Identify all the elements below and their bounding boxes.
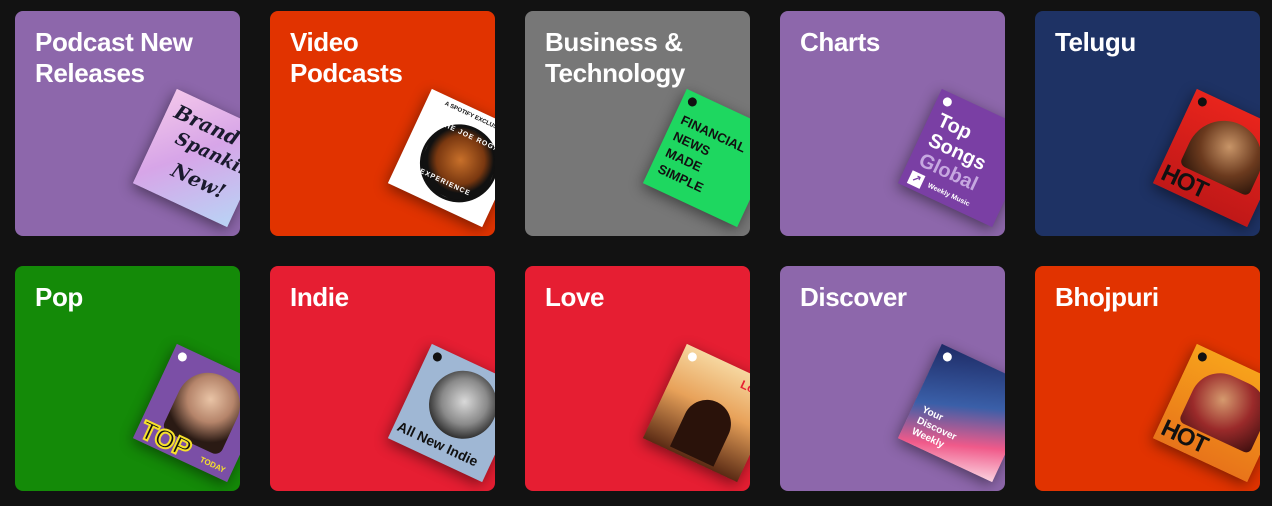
category-cover-art: Brand Spankin' New!	[132, 88, 240, 228]
category-cover-art: Top Songs Global ↗ Weekly Music	[897, 88, 1005, 228]
category-card-business-technology[interactable]: Business & Technology FINANCIAL NEWS MAD…	[525, 11, 750, 236]
category-card-discover[interactable]: Discover Your Discover Weekly	[780, 266, 1005, 491]
category-title: Charts	[800, 27, 880, 57]
category-cover-art: A SPOTIFY EXCLUSIVE THE JOE ROGAN EXPERI…	[387, 88, 495, 228]
category-title: Podcast New Releases	[35, 27, 193, 88]
category-card-charts[interactable]: Charts Top Songs Global ↗ Weekly Music	[780, 11, 1005, 236]
spotify-logo-icon	[1196, 350, 1209, 363]
spotify-logo-icon	[176, 350, 189, 363]
category-title: Telugu	[1055, 27, 1136, 57]
spotify-logo-icon	[431, 350, 444, 363]
category-title: Business & Technology	[545, 27, 685, 88]
category-title: Love	[545, 282, 605, 312]
spotify-logo-icon	[941, 350, 954, 363]
spotify-logo-icon	[686, 350, 699, 363]
category-card-pop[interactable]: Pop TOP TODAY	[15, 266, 240, 491]
spotify-logo-icon	[1196, 95, 1209, 108]
category-title: Indie	[290, 282, 349, 312]
category-title: Discover	[800, 282, 907, 312]
category-card-bhojpuri[interactable]: Bhojpuri HOT HITS	[1035, 266, 1260, 491]
category-cover-art: FINANCIAL NEWS MADE SIMPLE	[642, 88, 750, 228]
category-cover-art: HOT HITS	[1152, 343, 1260, 483]
category-card-video-podcasts[interactable]: Video Podcasts A SPOTIFY EXCLUSIVE THE J…	[270, 11, 495, 236]
category-cover-art: HOT HITS	[1152, 88, 1260, 228]
category-cover-art: TOP TODAY	[132, 343, 240, 483]
heart-hands-silhouette	[669, 391, 739, 467]
cover-art-text: TODAY	[198, 455, 227, 475]
category-title: Bhojpuri	[1055, 282, 1159, 312]
spotify-logo-icon	[941, 95, 954, 108]
category-title: Pop	[35, 282, 83, 312]
category-cover-art: All New Indie	[387, 343, 495, 483]
cover-art-text: Love	[738, 377, 750, 402]
category-cover-art: Love	[642, 343, 750, 483]
category-card-love[interactable]: Love Love	[525, 266, 750, 491]
category-card-indie[interactable]: Indie All New Indie	[270, 266, 495, 491]
category-card-podcast-new-releases[interactable]: Podcast New Releases Brand Spankin' New!	[15, 11, 240, 236]
browse-category-grid: Podcast New Releases Brand Spankin' New!…	[15, 11, 1260, 491]
spotify-logo-icon	[686, 95, 699, 108]
category-card-telugu[interactable]: Telugu HOT HITS	[1035, 11, 1260, 236]
category-title: Video Podcasts	[290, 27, 403, 88]
category-cover-art: Your Discover Weekly	[897, 343, 1005, 483]
